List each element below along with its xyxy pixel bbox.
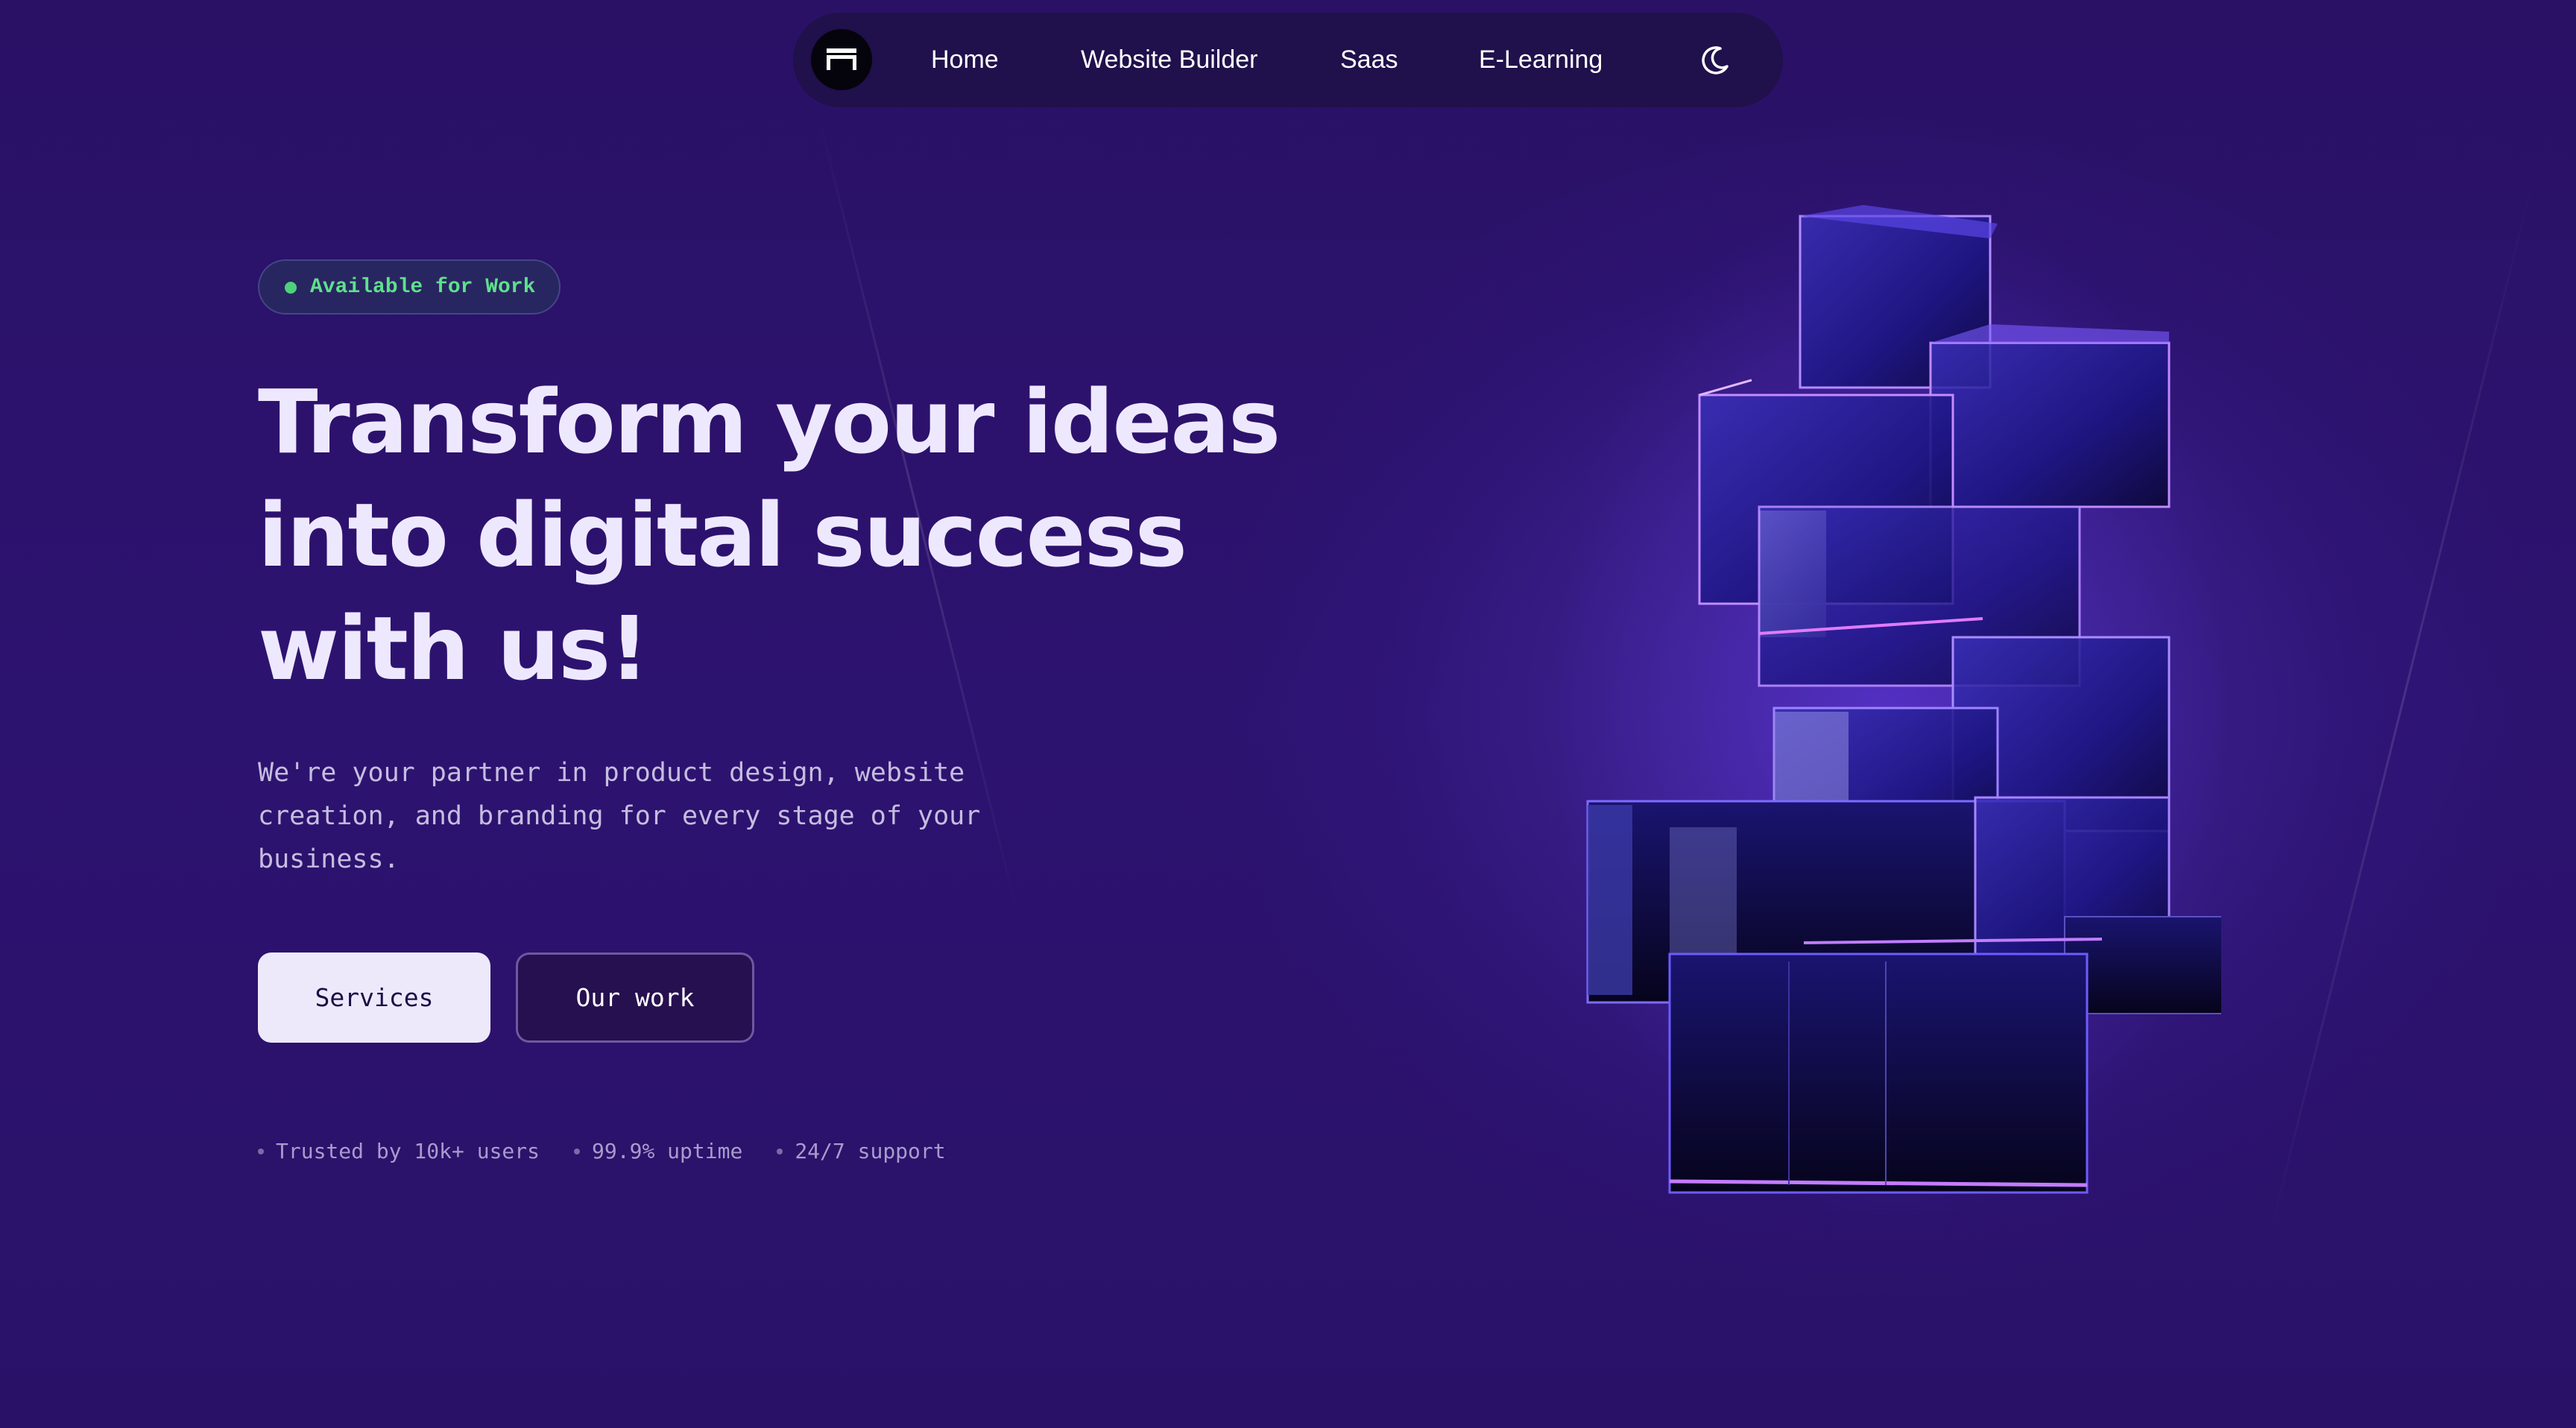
bullet-icon: [574, 1148, 581, 1154]
nav-link-home[interactable]: Home: [931, 13, 999, 107]
bullet-icon: [258, 1148, 264, 1154]
stat-label: 99.9% uptime: [592, 1139, 743, 1163]
theme-toggle-button[interactable]: [1698, 43, 1732, 78]
stat-item: 24/7 support: [777, 1139, 946, 1163]
nav-link-e-learning[interactable]: E-Learning: [1479, 13, 1603, 107]
stat-label: 24/7 support: [795, 1139, 946, 1163]
headline-line: Transform your ideas: [258, 370, 1281, 473]
services-button[interactable]: Services: [258, 952, 490, 1043]
bullet-icon: [777, 1148, 783, 1154]
stat-label: Trusted by 10k+ users: [276, 1139, 540, 1163]
top-navigation: Home Website Builder Saas E-Learning: [793, 13, 1783, 107]
availability-badge: Available for Work: [258, 259, 561, 315]
nav-link-website-builder[interactable]: Website Builder: [1081, 13, 1258, 107]
status-dot-icon: [285, 282, 297, 294]
nav-link-saas[interactable]: Saas: [1340, 13, 1398, 107]
glass-cube-stack-icon: [1550, 186, 2236, 1230]
site-logo[interactable]: [811, 29, 872, 90]
hero-illustration: [1535, 171, 2236, 1230]
headline-line: into digital success: [258, 484, 1187, 587]
headline-line: with us!: [258, 597, 649, 700]
stat-item: 99.9% uptime: [574, 1139, 742, 1163]
moon-icon: [1702, 46, 1729, 75]
hero-subtext: We're your partner in product design, we…: [258, 758, 981, 874]
our-work-button[interactable]: Our work: [516, 952, 754, 1043]
logo-mark-icon: [827, 48, 856, 70]
availability-badge-label: Available for Work: [310, 275, 536, 299]
trust-stats: Trusted by 10k+ users 99.9% uptime 24/7 …: [258, 1139, 980, 1163]
stat-item: Trusted by 10k+ users: [258, 1139, 540, 1163]
hero-headline: Transform your ideas into digital succes…: [258, 365, 1301, 705]
